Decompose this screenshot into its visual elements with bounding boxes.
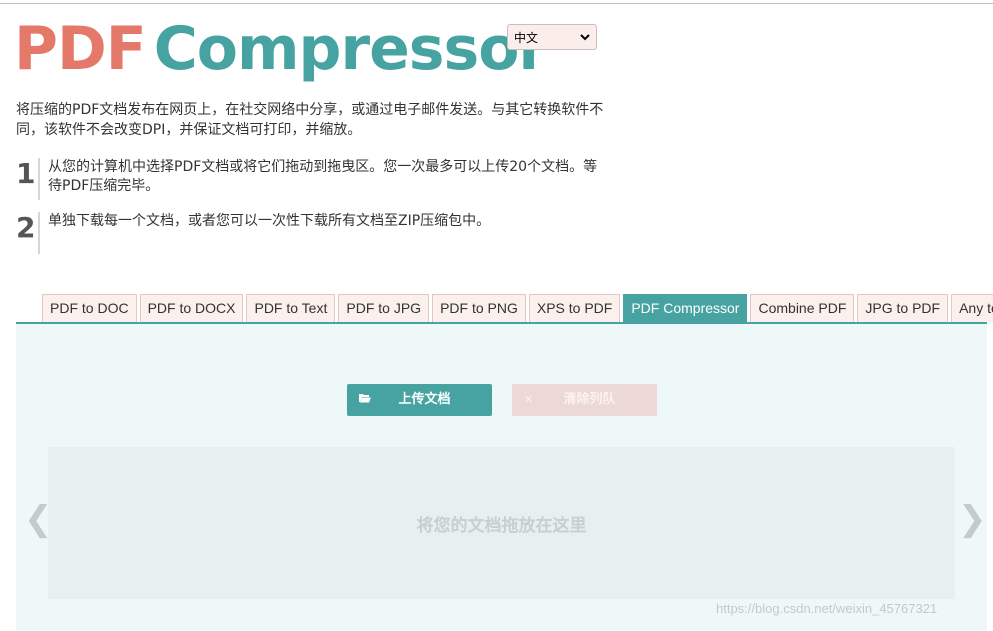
upload-button-label: 上传文档 <box>398 392 451 407</box>
upload-panel: 上传文档 ✕ 清除列队 ❮ 将您的文档拖放在这里 ❯ <box>16 324 987 631</box>
tab-jpg-to-pdf[interactable]: JPG to PDF <box>857 294 949 322</box>
top-divider <box>0 3 993 4</box>
language-selected: 中文 <box>514 31 539 45</box>
chevron-down-icon <box>580 34 590 41</box>
tab-pdf-to-jpg[interactable]: PDF to JPG <box>338 294 430 322</box>
tab-pdf-compressor[interactable]: PDF Compressor <box>623 294 748 322</box>
tab-pdf-to-text[interactable]: PDF to Text <box>246 294 336 322</box>
next-arrow-icon[interactable]: ❯ <box>958 499 987 539</box>
step-number: 1 <box>16 157 36 190</box>
tool-tabs: PDF to DOC PDF to DOCX PDF to Text PDF t… <box>42 294 993 322</box>
step-number: 2 <box>16 211 36 244</box>
drop-zone[interactable]: 将您的文档拖放在这里 <box>48 447 955 599</box>
clear-queue-button-label: 清除列队 <box>563 392 616 407</box>
intro-text: 将压缩的PDF文档发布在网页上，在社交网络中分享，或通过电子邮件发送。与其它转换… <box>16 102 604 138</box>
watermark: https://blog.csdn.net/weixin_45767321 <box>716 601 938 616</box>
tab-xps-to-pdf[interactable]: XPS to PDF <box>528 294 621 322</box>
step-divider <box>38 158 40 200</box>
language-select[interactable]: 中文 <box>507 24 597 50</box>
tab-pdf-to-docx[interactable]: PDF to DOCX <box>139 294 244 322</box>
logo-compressor: Compressor <box>153 14 548 84</box>
tab-combine-pdf[interactable]: Combine PDF <box>750 294 855 322</box>
step-2: 2 单独下载每一个文档，或者您可以一次性下载所有文档至ZIP压缩包中。 <box>16 212 606 254</box>
step-text: 从您的计算机中选择PDF文档或将它们拖动到拖曳区。您一次最多可以上传20个文档。… <box>48 159 598 194</box>
clear-queue-button[interactable]: ✕ 清除列队 <box>512 384 657 416</box>
step-text: 单独下载每一个文档，或者您可以一次性下载所有文档至ZIP压缩包中。 <box>48 213 491 229</box>
step-1: 1 从您的计算机中选择PDF文档或将它们拖动到拖曳区。您一次最多可以上传20个文… <box>16 158 606 200</box>
tab-pdf-to-doc[interactable]: PDF to DOC <box>42 294 137 322</box>
logo-pdf: PDF <box>14 14 147 84</box>
drop-zone-message: 将您的文档拖放在这里 <box>416 516 587 536</box>
app-logo: PDF Compressor <box>14 14 548 84</box>
tab-any-to-pdf[interactable]: Any to PDF <box>951 294 993 322</box>
step-divider <box>38 212 40 254</box>
upload-button[interactable]: 上传文档 <box>347 384 492 416</box>
tab-pdf-to-png[interactable]: PDF to PNG <box>432 294 526 322</box>
